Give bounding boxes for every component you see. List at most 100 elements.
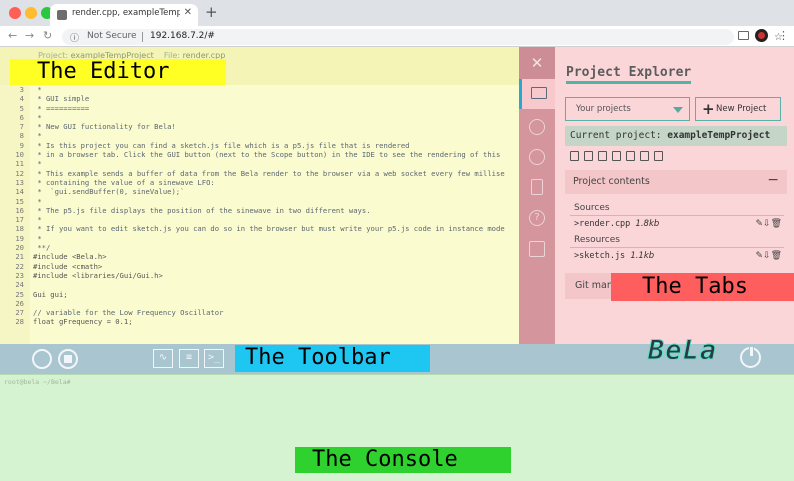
- code-line[interactable]: 7 * New GUI fuctionality for Bela!: [0, 122, 519, 131]
- upload-icon[interactable]: [598, 151, 607, 161]
- project-select-value: Your projects: [576, 104, 631, 114]
- stop-icon[interactable]: [58, 349, 78, 369]
- code-line[interactable]: 19 *: [0, 234, 519, 243]
- forward-icon[interactable]: →: [25, 29, 34, 42]
- code-line[interactable]: 26: [0, 299, 519, 308]
- code-line[interactable]: 10 * in a browser tab. Click the GUI but…: [0, 150, 519, 159]
- line-number: 14: [15, 187, 24, 197]
- label-editor: The Editor: [10, 59, 226, 85]
- collapse-icon[interactable]: −: [767, 172, 779, 188]
- code-line[interactable]: 11 *: [0, 159, 519, 168]
- back-icon[interactable]: ←: [8, 29, 17, 42]
- file-item[interactable]: >sketch.js 1.1kb ✎⇩🗑: [574, 251, 784, 265]
- line-number: 24: [15, 280, 24, 290]
- line-number: 9: [19, 140, 24, 150]
- cast-icon[interactable]: [738, 31, 749, 40]
- line-number: 7: [19, 122, 24, 132]
- line-number: 16: [15, 205, 24, 215]
- code-line[interactable]: 14 * `gui.sendBuffer(0, sineValue);`: [0, 187, 519, 196]
- code-line[interactable]: 27 // variable for the Low Frequency Osci…: [0, 308, 519, 317]
- question-icon[interactable]: ?: [529, 210, 545, 226]
- reload-icon[interactable]: ↻: [43, 29, 52, 42]
- window-close-button[interactable]: [9, 7, 21, 19]
- new-project-button[interactable]: + New Project: [695, 97, 781, 121]
- plus-icon: +: [702, 100, 715, 118]
- code-line[interactable]: 4 * GUI simple: [0, 94, 519, 103]
- code-line[interactable]: 6 *: [0, 113, 519, 122]
- code-lines[interactable]: 3 * 4 * GUI simple 5 * ========== 6 * 7 * Ne…: [0, 85, 519, 327]
- book-icon[interactable]: [529, 241, 545, 257]
- code-editor[interactable]: Project: exampleTempProject File: render…: [0, 47, 519, 344]
- new-file-icon[interactable]: [570, 151, 579, 161]
- code-text: * containing the value of a sinewave LFO…: [33, 177, 215, 187]
- code-line[interactable]: 22 #include <cmath>: [0, 262, 519, 271]
- code-text: * `gui.sendBuffer(0, sineValue);`: [33, 187, 185, 197]
- file-item[interactable]: >render.cpp 1.8kb ✎⇩🗑: [574, 219, 784, 233]
- line-number: 20: [15, 243, 24, 253]
- controls-icon[interactable]: ≡: [179, 349, 199, 368]
- project-select[interactable]: Your projects: [565, 97, 690, 121]
- scope-icon[interactable]: ∿: [153, 349, 173, 368]
- gear-icon[interactable]: [529, 149, 545, 165]
- lightbulb-icon[interactable]: [529, 119, 545, 135]
- trash-icon[interactable]: [654, 151, 663, 161]
- address-bar: ← → ↻ ⓘ Not Secure 192.168.7.2/# ☆: [0, 26, 794, 47]
- run-icon[interactable]: [32, 349, 52, 369]
- code-line[interactable]: 15 *: [0, 197, 519, 206]
- terminal-icon[interactable]: >_: [204, 349, 224, 368]
- line-number: 10: [15, 150, 24, 160]
- code-line[interactable]: 5 * ==========: [0, 104, 519, 113]
- code-line[interactable]: 18 * If you want to edit sketch.js you c…: [0, 224, 519, 233]
- code-text: **/: [33, 243, 51, 253]
- clean-icon[interactable]: [640, 151, 649, 161]
- chevron-down-icon: [673, 107, 683, 113]
- code-line[interactable]: 21 #include <Bela.h>: [0, 252, 519, 261]
- tab-close-icon[interactable]: ✕: [184, 7, 192, 18]
- file-actions-icon[interactable]: ✎⇩🗑: [755, 219, 782, 229]
- code-line[interactable]: 25 Gui gui;: [0, 290, 519, 299]
- project-contents-header[interactable]: Project contents −: [565, 170, 787, 194]
- line-number: 23: [15, 270, 24, 280]
- code-line[interactable]: 23 #include <libraries/Gui/Gui.h>: [0, 271, 519, 280]
- resources-label: Resources: [574, 235, 620, 245]
- code-line[interactable]: 9 * Is this project you can find a sketc…: [0, 141, 519, 150]
- tab-project-explorer[interactable]: [519, 79, 555, 109]
- code-line[interactable]: 12 * This example sends a buffer of data…: [0, 169, 519, 178]
- line-number: 12: [15, 168, 24, 178]
- label-tabs: The Tabs: [611, 273, 794, 301]
- browser-menu-icon[interactable]: ⋮: [778, 29, 789, 42]
- favicon-icon: [57, 10, 67, 20]
- code-line[interactable]: 17 *: [0, 215, 519, 224]
- line-number: 28: [15, 317, 24, 327]
- line-number: 19: [15, 233, 24, 243]
- line-number: 22: [15, 261, 24, 271]
- power-icon[interactable]: [740, 346, 761, 368]
- browser-tabstrip: render.cpp, exampleTempProject ✕ +: [0, 0, 794, 26]
- current-project: Current project: exampleTempProject: [565, 126, 787, 146]
- file-actions-icon[interactable]: ✎⇩🗑: [755, 251, 782, 261]
- window-minimize-button[interactable]: [25, 7, 37, 19]
- code-line[interactable]: 8 *: [0, 131, 519, 140]
- code-line[interactable]: 16 * The p5.js file displays the positio…: [0, 206, 519, 215]
- browser-tab[interactable]: render.cpp, exampleTempProject ✕: [50, 4, 198, 26]
- info-icon[interactable]: ⓘ: [70, 31, 79, 44]
- new-tab-icon[interactable]: +: [205, 3, 218, 21]
- code-line[interactable]: 20 **/: [0, 243, 519, 252]
- line-number: 18: [15, 224, 24, 234]
- bela-logo: BeLa: [647, 335, 718, 367]
- profile-avatar[interactable]: [755, 29, 768, 42]
- code-line[interactable]: 28 float gFrequency = 0.1;: [0, 317, 519, 326]
- line-number: 27: [15, 308, 24, 318]
- code-line[interactable]: 13 * containing the value of a sinewave …: [0, 178, 519, 187]
- code-line[interactable]: 3 *: [0, 85, 519, 94]
- open-folder-icon[interactable]: [584, 151, 593, 161]
- code-text: * The p5.js file displays the position o…: [33, 205, 371, 215]
- code-text: *: [33, 196, 42, 206]
- save-icon[interactable]: [612, 151, 621, 161]
- close-icon[interactable]: ✕: [529, 55, 545, 71]
- code-text: * New GUI fuctionality for Bela!: [33, 122, 176, 132]
- code-line[interactable]: 24: [0, 280, 519, 289]
- chip-icon[interactable]: [531, 179, 543, 195]
- url-field[interactable]: ⓘ Not Secure 192.168.7.2/# ☆: [62, 29, 783, 45]
- download-icon[interactable]: [626, 151, 635, 161]
